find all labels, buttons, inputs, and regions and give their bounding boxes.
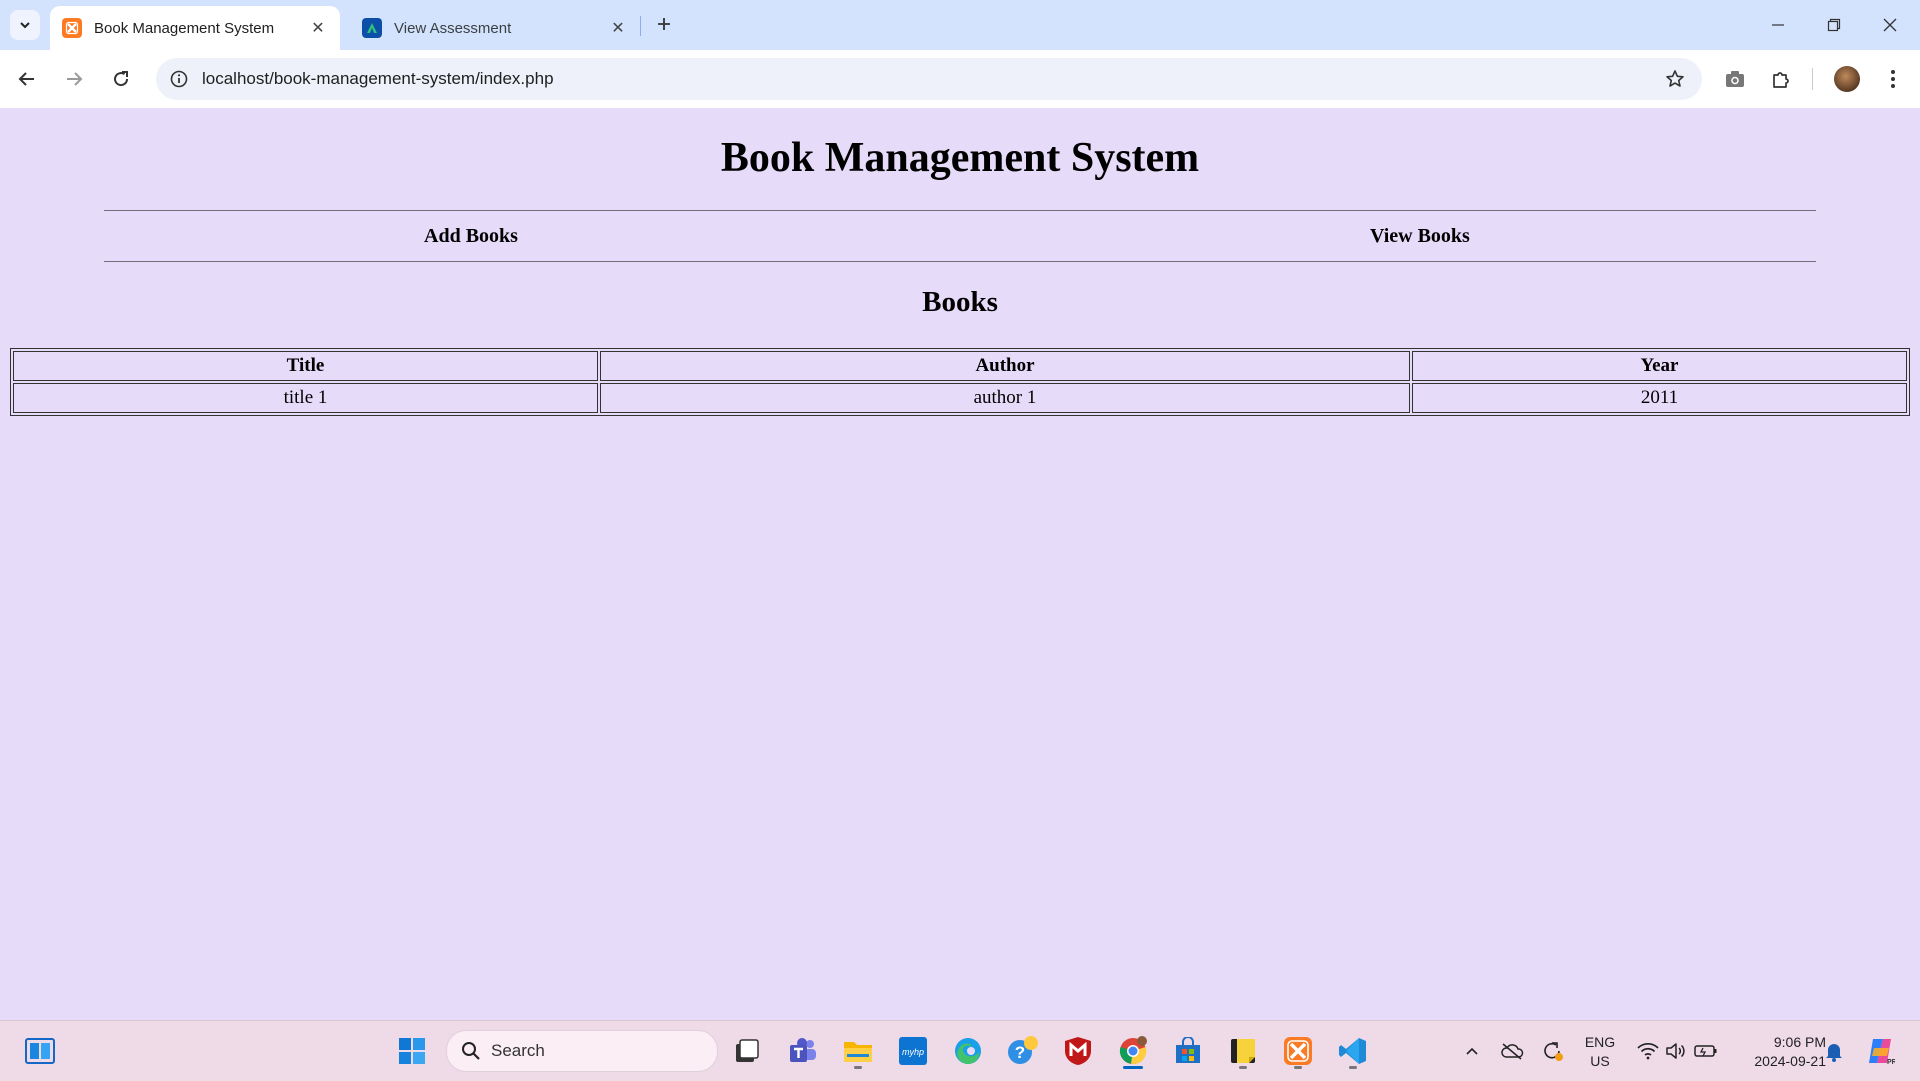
add-books-link[interactable]: Add Books — [424, 225, 518, 248]
mcafee-icon[interactable] — [1058, 1031, 1098, 1071]
teams-icon[interactable] — [783, 1031, 823, 1071]
arrow-right-icon — [67, 72, 83, 86]
running-indicator — [1294, 1066, 1302, 1069]
search-icon — [462, 1042, 480, 1060]
close-tab-icon[interactable]: ✕ — [304, 14, 332, 42]
svg-text:myhp: myhp — [902, 1047, 924, 1057]
search-label: Search — [491, 1041, 545, 1060]
widgets-icon[interactable] — [20, 1031, 60, 1071]
vscode-icon[interactable] — [1333, 1031, 1373, 1071]
plus-icon — [658, 18, 670, 30]
edge-icon[interactable] — [948, 1031, 988, 1071]
page-content: Book Management System Add Books View Bo… — [0, 108, 1920, 1020]
tab-title: View Assessment — [394, 19, 512, 37]
chrome-icon[interactable] — [1113, 1031, 1153, 1071]
sync-update-icon[interactable] — [1532, 1031, 1572, 1071]
camera-icon[interactable] — [1720, 64, 1750, 94]
back-button[interactable] — [10, 62, 44, 96]
tab-divider — [640, 16, 641, 36]
browser-tab-bar: Book Management System ✕ View Assessment… — [0, 0, 1920, 50]
table-header-row: Title Author Year — [13, 351, 1907, 381]
taskbar-search[interactable]: Search — [446, 1030, 718, 1072]
close-icon — [1883, 18, 1897, 32]
extensions-puzzle-icon[interactable] — [1766, 64, 1796, 94]
running-indicator — [854, 1066, 862, 1069]
page-nav: Add Books View Books — [104, 210, 1816, 262]
copilot-icon[interactable]: PRE — [1860, 1031, 1900, 1071]
xampp-icon — [62, 18, 82, 38]
view-books-link[interactable]: View Books — [1370, 225, 1470, 248]
windows-taskbar: Search myhp ? ENG US 9:06 PM 2024-09-21 … — [0, 1020, 1920, 1081]
start-windows-icon[interactable] — [392, 1031, 432, 1071]
cell-year: 2011 — [1412, 383, 1907, 413]
books-section-title: Books — [922, 286, 998, 318]
svg-text:?: ? — [1015, 1043, 1025, 1062]
cell-author: author 1 — [600, 383, 1410, 413]
page-title: Book Management System — [720, 135, 1200, 181]
site-info-icon[interactable] — [168, 68, 190, 90]
books-table: Title Author Year title 1 author 1 2011 — [10, 348, 1910, 416]
xampp-taskbar-icon[interactable] — [1278, 1031, 1318, 1071]
restore-icon — [1827, 18, 1841, 32]
tab-title: Book Management System — [94, 19, 275, 37]
more-menu-icon[interactable] — [1878, 64, 1908, 94]
address-bar[interactable]: localhost/book-management-system/index.p… — [156, 58, 1702, 100]
tab-book-management[interactable]: Book Management System ✕ — [50, 6, 340, 50]
running-indicator — [1239, 1066, 1247, 1069]
chevron-down-icon — [20, 22, 30, 29]
forward-button[interactable] — [57, 62, 91, 96]
profile-avatar[interactable] — [1834, 66, 1860, 92]
tab-view-assessment[interactable]: View Assessment ✕ — [350, 6, 640, 50]
toolbar-divider — [1812, 68, 1813, 90]
battery-icon[interactable] — [1686, 1031, 1726, 1071]
minimize-button[interactable] — [1750, 0, 1806, 50]
restore-button[interactable] — [1806, 0, 1862, 50]
region-code: US — [1590, 1053, 1610, 1069]
column-header-year: Year — [1412, 351, 1907, 381]
file-explorer-icon[interactable] — [838, 1031, 878, 1071]
active-app-indicator — [1123, 1066, 1143, 1069]
cell-title: title 1 — [13, 383, 598, 413]
language-code: ENG — [1584, 1034, 1616, 1050]
bookmark-star-icon[interactable] — [1660, 64, 1690, 94]
help-icon[interactable]: ? — [1003, 1031, 1043, 1071]
address-url[interactable]: localhost/book-management-system/index.p… — [202, 69, 1660, 89]
reload-icon — [114, 71, 129, 87]
clock-time: 9:06 PM — [1773, 1034, 1826, 1050]
minimize-icon — [1772, 24, 1784, 26]
close-window-button[interactable] — [1862, 0, 1918, 50]
table-row: title 1 author 1 2011 — [13, 383, 1907, 413]
arrow-left-icon — [18, 72, 34, 86]
browser-toolbar: localhost/book-management-system/index.p… — [0, 50, 1920, 109]
column-header-title: Title — [13, 351, 598, 381]
new-tab-button[interactable] — [650, 10, 678, 38]
show-hidden-icons-chevron-up-icon[interactable] — [1452, 1031, 1492, 1071]
myhp-icon[interactable]: myhp — [893, 1031, 933, 1071]
close-tab-icon[interactable]: ✕ — [604, 14, 632, 42]
running-indicator — [1349, 1066, 1357, 1069]
column-header-author: Author — [600, 351, 1410, 381]
onedrive-offline-icon[interactable] — [1492, 1031, 1532, 1071]
clock-date: 2024-09-21 — [1754, 1053, 1826, 1069]
reload-button[interactable] — [104, 62, 138, 96]
task-view-icon[interactable] — [727, 1031, 767, 1071]
clock[interactable]: 9:06 PM 2024-09-21 — [1730, 1033, 1826, 1071]
svg-text:PRE: PRE — [1887, 1059, 1895, 1066]
sticky-notes-icon[interactable] — [1223, 1031, 1263, 1071]
tab-search-button[interactable] — [10, 10, 40, 40]
notification-bell-icon[interactable] — [1814, 1031, 1854, 1071]
assessment-site-icon — [362, 18, 382, 38]
microsoft-store-icon[interactable] — [1168, 1031, 1208, 1071]
language-indicator[interactable]: ENG US — [1576, 1033, 1624, 1071]
